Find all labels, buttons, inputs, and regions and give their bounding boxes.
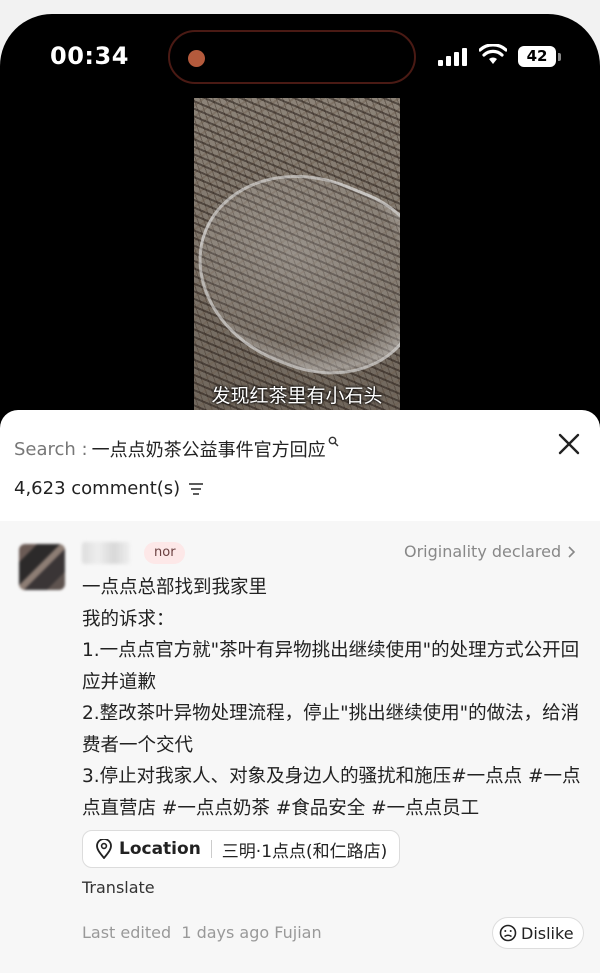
- location-label: Location: [119, 839, 201, 859]
- comment-line: 一点点总部找到我家里: [82, 577, 268, 598]
- edited-meta: Last edited 1 days ago Fujian: [82, 923, 322, 942]
- comment-line: 我的诉求：: [82, 608, 175, 630]
- video-caption: 发现红茶里有小石头: [211, 385, 383, 407]
- battery-icon: 42: [518, 46, 556, 67]
- location-tag[interactable]: Location 三明·1点点(和仁路店): [82, 830, 401, 868]
- search-query: 一点点奶茶公益事件官方回应: [91, 440, 326, 461]
- originality-declared[interactable]: Originality declared: [404, 542, 576, 561]
- comment-count-row[interactable]: 4,623 comment(s): [14, 478, 204, 499]
- comment-line: 3.停止对我家人、对象及身边人的骚扰和施压#一点点 #一点点直营店 #一点点奶茶…: [82, 766, 581, 819]
- screen: 00:34 42 发现红茶里有小石头 Search : 一点点奶茶公益事件官方回…: [0, 0, 600, 973]
- avatar[interactable]: [19, 544, 65, 590]
- comment-body: 一点点总部找到我家里 我的诉求： 1.一点点官方就"茶叶有异物挑出继续使用"的处…: [82, 572, 582, 824]
- username-blurred[interactable]: [82, 542, 130, 564]
- comment-count: 4,623 comment(s): [14, 478, 181, 499]
- edited-label: Last edited: [82, 923, 172, 942]
- chevron-right-icon: [568, 545, 576, 558]
- comment-line: 1.一点点官方就"茶叶有异物挑出继续使用"的处理方式公开回应并道歉: [82, 640, 580, 693]
- close-icon[interactable]: [556, 431, 582, 457]
- search-label: Search :: [14, 438, 88, 460]
- comment-line: 2.整改茶叶异物处理流程，停止"挑出继续使用"的做法，给消费者一个交代: [82, 703, 580, 756]
- author-badge: nor: [144, 542, 185, 564]
- location-pin-icon: [96, 839, 112, 859]
- video-player[interactable]: 发现红茶里有小石头: [194, 98, 400, 414]
- battery-tip: [558, 53, 561, 61]
- edited-time: 1 days ago: [181, 923, 270, 942]
- sad-face-icon: [499, 924, 517, 942]
- originality-label: Originality declared: [404, 542, 562, 561]
- dislike-label: Dislike: [521, 923, 574, 943]
- cellular-signal-icon: [438, 48, 467, 66]
- location-value: 三明·1点点(和仁路店): [221, 841, 388, 862]
- sort-icon[interactable]: [188, 482, 204, 496]
- status-time: 00:34: [50, 42, 129, 70]
- translate-link[interactable]: Translate: [82, 878, 155, 897]
- tea-scoop-image: [194, 141, 400, 405]
- divider: [210, 840, 212, 858]
- search-suggestion[interactable]: Search : 一点点奶茶公益事件官方回应: [14, 436, 339, 462]
- edited-region: Fujian: [274, 923, 322, 942]
- camera-indicator-icon: [188, 50, 205, 67]
- dynamic-island: [168, 30, 416, 84]
- dislike-button[interactable]: Dislike: [492, 917, 584, 949]
- search-icon: [328, 436, 339, 450]
- wifi-icon: [479, 44, 507, 64]
